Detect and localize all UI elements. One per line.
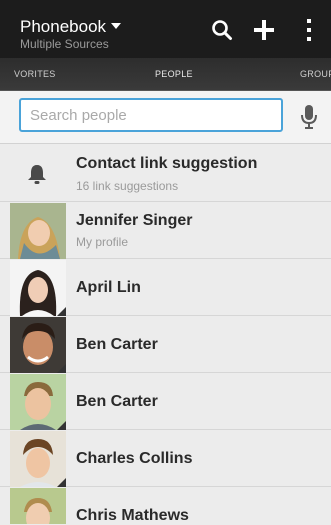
contact-row[interactable]: Ben Carter [0, 373, 331, 430]
microphone-icon[interactable] [296, 103, 322, 131]
avatar [10, 431, 66, 487]
avatar [10, 488, 66, 524]
header-title: Phonebook [20, 17, 107, 36]
search-input[interactable] [19, 98, 283, 132]
avatar [10, 260, 66, 316]
plus-icon [254, 20, 274, 40]
phonebook-source-selector[interactable]: Phonebook [20, 17, 122, 36]
contact-row[interactable]: Jennifer Singer My profile [0, 202, 331, 259]
suggestion-title: Contact link suggestion [76, 155, 258, 172]
contact-name: Jennifer Singer [76, 212, 193, 229]
search-bar [0, 91, 331, 144]
search-button[interactable] [205, 12, 239, 48]
contact-row[interactable]: April Lin [0, 259, 331, 316]
overflow-menu-button[interactable] [296, 12, 322, 48]
contact-row[interactable]: Chris Mathews [0, 487, 331, 524]
avatar-corner [57, 364, 66, 373]
app-header: Phonebook Multiple Sources [0, 0, 331, 58]
avatar-corner [57, 421, 66, 430]
contact-link-suggestion-row[interactable]: Contact link suggestion 16 link suggesti… [0, 144, 331, 202]
tab-bar: VORITES PEOPLE GROUP [0, 58, 331, 91]
contact-name: Ben Carter [76, 393, 158, 410]
tab-favorites[interactable]: VORITES [14, 69, 56, 79]
tab-groups[interactable]: GROUP [300, 69, 331, 79]
suggestion-subtitle: 16 link suggestions [76, 179, 179, 193]
avatar [10, 203, 66, 259]
dropdown-caret-icon [111, 23, 122, 29]
add-contact-button[interactable] [247, 12, 281, 48]
contact-name: Charles Collins [76, 450, 193, 467]
avatar-corner [57, 478, 66, 487]
header-subtitle: Multiple Sources [20, 37, 109, 51]
contact-row[interactable]: Charles Collins [0, 430, 331, 487]
bell-icon [28, 165, 46, 184]
contact-row[interactable]: Ben Carter [0, 316, 331, 373]
contact-subtitle: My profile [76, 235, 129, 249]
avatar [10, 317, 66, 373]
contact-name: Ben Carter [76, 336, 158, 353]
avatar-corner [57, 307, 66, 316]
overflow-menu-icon [307, 19, 311, 41]
avatar [10, 374, 66, 430]
contact-name: Chris Mathews [76, 507, 189, 524]
search-icon [212, 20, 232, 40]
contact-name: April Lin [76, 279, 141, 296]
tab-people[interactable]: PEOPLE [155, 69, 193, 79]
